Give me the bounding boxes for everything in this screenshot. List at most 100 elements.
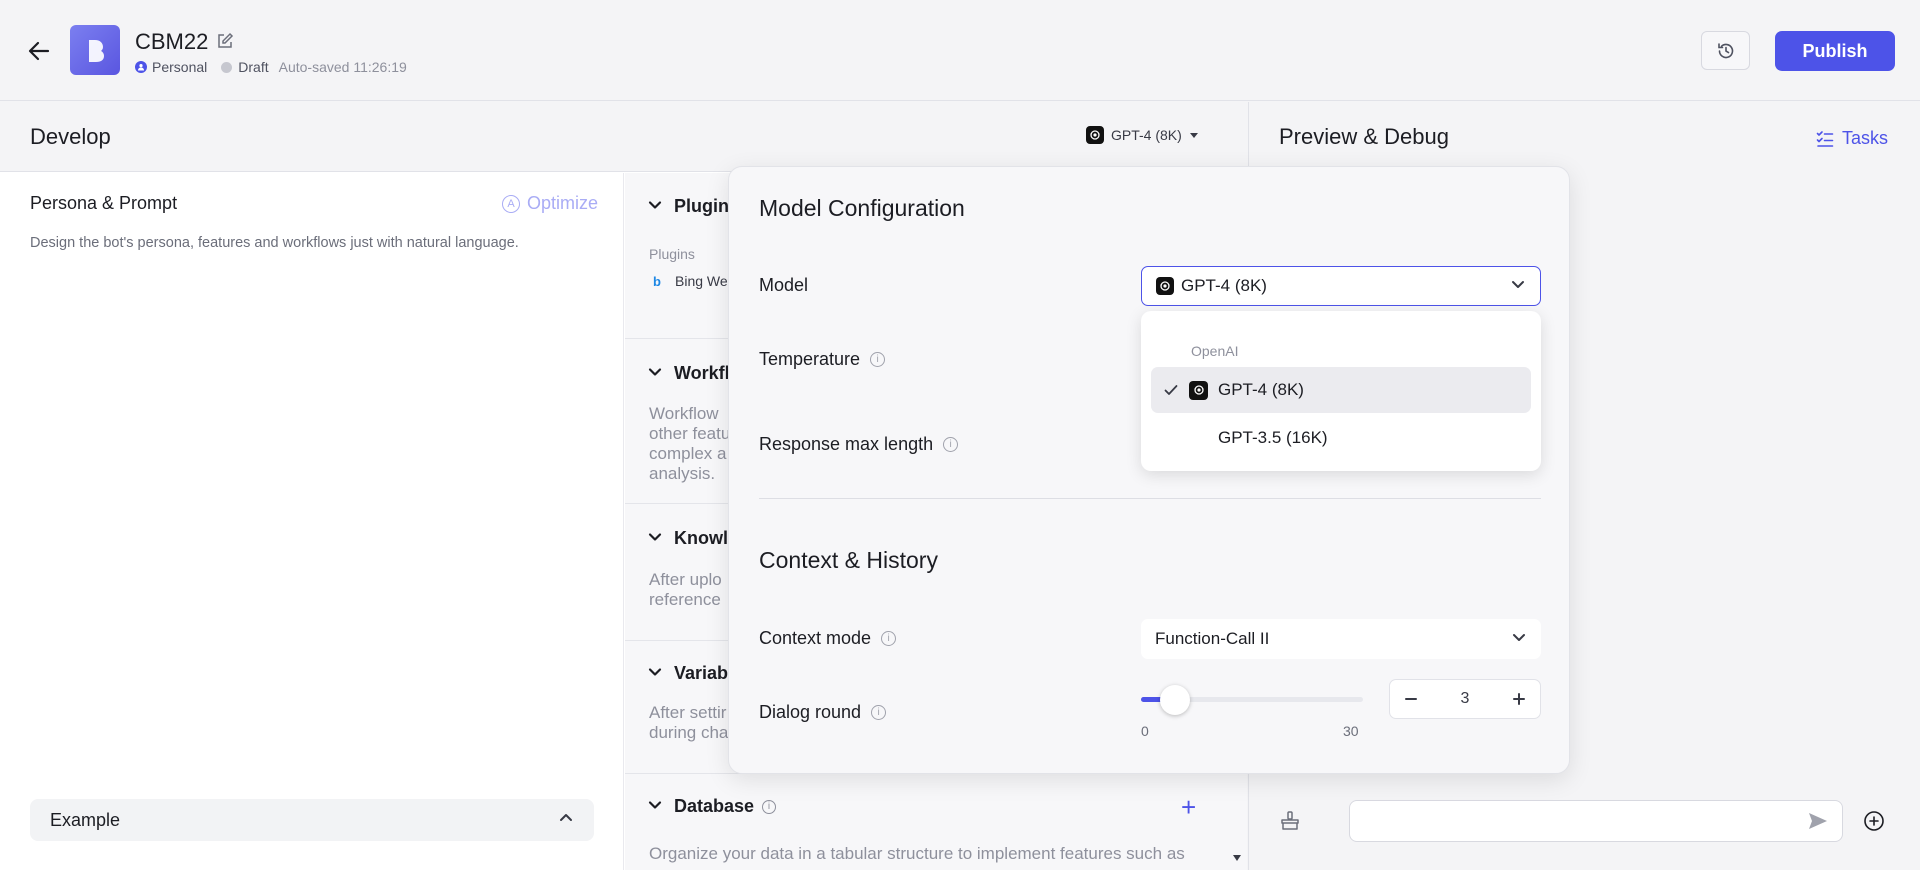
database-title: Database bbox=[674, 796, 755, 816]
scroll-down-icon[interactable] bbox=[1233, 855, 1241, 861]
variables-desc-line: After settir bbox=[649, 703, 727, 722]
dialog-round-value[interactable]: 3 bbox=[1461, 690, 1470, 708]
workflow-desc-line: complex a bbox=[649, 444, 727, 463]
tasks-label: Tasks bbox=[1842, 128, 1889, 148]
chevron-down-icon bbox=[648, 363, 662, 384]
edit-name-icon[interactable] bbox=[216, 32, 236, 52]
preview-title: Preview & Debug bbox=[1279, 124, 1449, 149]
chevron-down-icon bbox=[648, 196, 662, 217]
dialog-round-stepper: 3 bbox=[1389, 679, 1541, 719]
dropdown-option-gpt4[interactable]: GPT-4 (8K) bbox=[1151, 367, 1531, 413]
workflow-description: Workflow other featu complex a analysis. bbox=[649, 404, 730, 484]
chevron-down-icon bbox=[648, 796, 662, 817]
check-icon bbox=[1163, 382, 1189, 398]
model-chip-label: GPT-4 (8K) bbox=[1111, 127, 1182, 143]
model-label-text: Model bbox=[759, 275, 809, 295]
persona-column: Persona & Prompt A Optimize Design the b… bbox=[0, 173, 624, 870]
optimize-button[interactable]: A Optimize bbox=[502, 193, 598, 214]
develop-toolbar: Develop GPT-4 (8K) bbox=[0, 102, 1247, 172]
variables-description: After settir during cha bbox=[649, 703, 728, 743]
dialog-round-slider[interactable] bbox=[1141, 685, 1363, 715]
context-mode-value: Function-Call II bbox=[1155, 629, 1270, 648]
plugins-sub-label: Plugins bbox=[649, 246, 695, 262]
space-label: Personal bbox=[152, 59, 208, 75]
chat-message-input[interactable] bbox=[1349, 800, 1843, 842]
openai-logo-icon bbox=[1189, 380, 1208, 400]
draft-status-dot bbox=[221, 61, 233, 73]
model-config-title: Model Configuration bbox=[759, 195, 965, 221]
workflow-desc-line: other featu bbox=[649, 424, 731, 443]
chevron-down-icon bbox=[1510, 276, 1526, 297]
plugins-header[interactable]: Plugins bbox=[648, 196, 739, 217]
workflow-desc-line: analysis. bbox=[649, 464, 716, 483]
info-icon[interactable]: i bbox=[871, 705, 887, 720]
add-database-button[interactable]: + bbox=[1181, 794, 1196, 820]
publish-button[interactable]: Publish bbox=[1775, 31, 1895, 71]
persona-title: Persona & Prompt bbox=[30, 193, 178, 213]
caret-down-icon bbox=[1189, 132, 1198, 138]
example-toggle[interactable]: Example bbox=[30, 799, 594, 841]
slider-max-label: 30 bbox=[1343, 723, 1359, 739]
chevron-up-icon bbox=[558, 810, 574, 831]
database-section: Database i + Organize your data in a tab… bbox=[625, 774, 1247, 870]
context-mode-label-text: Context mode bbox=[759, 628, 872, 648]
openai-logo-icon bbox=[1156, 277, 1174, 295]
variables-desc-line: during cha bbox=[649, 723, 729, 742]
variables-header[interactable]: Variabl bbox=[648, 663, 733, 684]
chevron-down-icon bbox=[1511, 629, 1527, 650]
tasks-icon bbox=[1816, 130, 1834, 147]
slider-min-label: 0 bbox=[1141, 723, 1149, 739]
section-divider bbox=[759, 498, 1541, 499]
history-button[interactable] bbox=[1701, 31, 1750, 70]
workflow-header[interactable]: Workfl bbox=[648, 363, 730, 384]
model-select[interactable]: GPT-4 (8K) bbox=[1141, 266, 1541, 306]
send-icon[interactable] bbox=[1807, 810, 1829, 837]
slider-thumb[interactable] bbox=[1160, 685, 1191, 715]
bot-avatar[interactable] bbox=[70, 25, 120, 75]
option-label: GPT-4 (8K) bbox=[1218, 380, 1304, 399]
chat-input-row bbox=[1279, 800, 1899, 842]
context-mode-label: Context mode i bbox=[759, 628, 897, 649]
status-label: Draft bbox=[238, 59, 269, 75]
context-history-title: Context & History bbox=[759, 547, 938, 573]
plugin-item-label: Bing We bbox=[675, 273, 728, 289]
database-header[interactable]: Database i bbox=[648, 796, 777, 817]
model-select-value: GPT-4 (8K) bbox=[1181, 276, 1267, 295]
optimize-icon: A bbox=[502, 194, 520, 213]
workflow-desc-line: Workflow bbox=[649, 404, 719, 423]
info-icon[interactable]: i bbox=[870, 352, 886, 367]
persona-prompt-input[interactable]: Design the bot's persona, features and w… bbox=[30, 235, 519, 251]
knowledge-header[interactable]: Knowle bbox=[648, 528, 738, 549]
plus-icon[interactable] bbox=[1506, 686, 1532, 712]
workflow-title: Workfl bbox=[674, 363, 730, 383]
info-icon[interactable]: i bbox=[762, 799, 777, 814]
clear-history-icon[interactable] bbox=[1279, 810, 1301, 837]
model-label: Model bbox=[759, 275, 808, 296]
tasks-button[interactable]: Tasks bbox=[1816, 128, 1888, 149]
chevron-down-icon bbox=[648, 528, 662, 549]
dialog-round-label-text: Dialog round bbox=[759, 702, 862, 722]
bot-meta: Personal Draft Auto-saved 11:26:19 bbox=[135, 59, 407, 75]
example-label: Example bbox=[50, 809, 121, 830]
add-circle-icon[interactable] bbox=[1863, 810, 1885, 837]
chevron-down-icon bbox=[648, 663, 662, 684]
dropdown-option-gpt35[interactable]: GPT-3.5 (16K) bbox=[1151, 415, 1531, 461]
response-max-length-label: Response max length i bbox=[759, 434, 959, 455]
knowledge-desc-line: reference bbox=[649, 590, 721, 609]
info-icon[interactable]: i bbox=[881, 631, 897, 646]
top-header: CBM22 Personal Draft Auto-saved 11:26:19… bbox=[0, 0, 1920, 101]
plugin-item-bing[interactable]: b Bing We bbox=[649, 273, 728, 289]
minus-icon[interactable] bbox=[1398, 686, 1424, 712]
model-selector-chip[interactable]: GPT-4 (8K) bbox=[1086, 126, 1198, 144]
model-dropdown-menu: OpenAI GPT-4 (8K) GPT-3.5 (16K) bbox=[1141, 311, 1541, 471]
bing-icon: b bbox=[653, 273, 661, 289]
knowledge-desc-line: After uplo bbox=[649, 570, 722, 589]
context-mode-select[interactable]: Function-Call II bbox=[1141, 619, 1541, 659]
develop-title: Develop bbox=[30, 124, 111, 149]
temperature-label: Temperature i bbox=[759, 349, 886, 370]
back-arrow-icon[interactable] bbox=[26, 38, 52, 64]
dialog-round-label: Dialog round i bbox=[759, 702, 887, 723]
database-description: Organize your data in a tabular structur… bbox=[649, 844, 1185, 863]
info-icon[interactable]: i bbox=[943, 437, 959, 452]
response-label-text: Response max length bbox=[759, 434, 934, 454]
